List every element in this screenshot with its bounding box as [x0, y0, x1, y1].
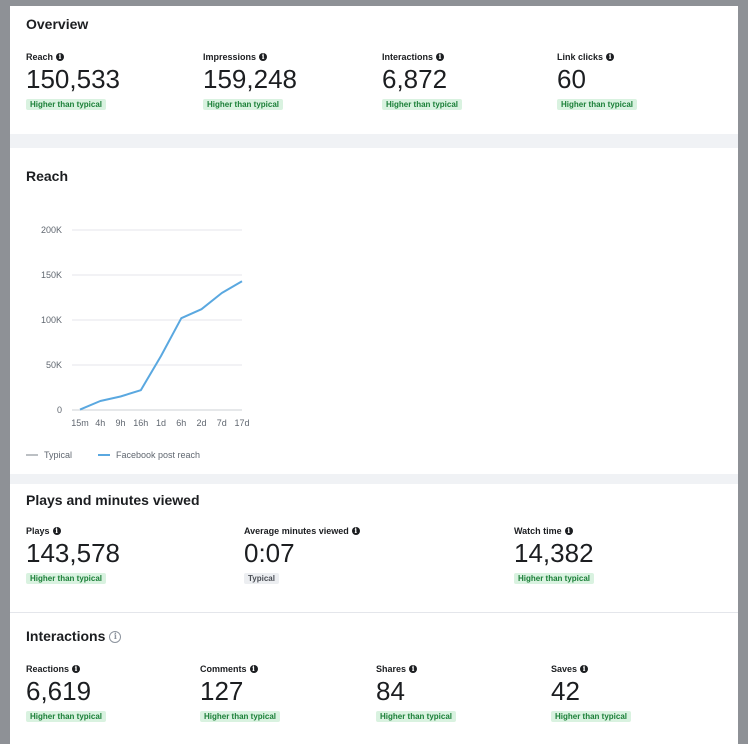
- metric-value: 42: [551, 676, 580, 706]
- y-tick-label: 200K: [41, 225, 62, 235]
- metric-link-clicks: Link clicks 60 Higher than typical: [557, 52, 638, 112]
- metric-label: Plays: [26, 526, 50, 536]
- legend-item-post-reach[interactable]: Facebook post reach: [98, 450, 200, 460]
- x-tick-label: 6h: [176, 418, 186, 428]
- metric-label: Interactions: [382, 52, 434, 62]
- x-tick-label: 4h: [95, 418, 105, 428]
- plays-title: Plays and minutes viewed: [26, 492, 200, 508]
- info-icon[interactable]: [409, 664, 418, 673]
- status-badge: Higher than typical: [376, 711, 457, 722]
- info-icon[interactable]: [52, 526, 61, 535]
- metric-label: Saves: [551, 664, 578, 674]
- chart-legend: Typical Facebook post reach: [26, 450, 226, 460]
- x-tick-label: 16h: [133, 418, 148, 428]
- y-tick-label: 100K: [41, 315, 62, 325]
- metric-label: Reach: [26, 52, 54, 62]
- metric-label: Shares: [376, 664, 407, 674]
- reach-title: Reach: [26, 168, 69, 184]
- y-tick-label: 150K: [41, 270, 62, 280]
- metric-value: 60: [557, 64, 586, 94]
- metric-saves: Saves 42 Higher than typical: [551, 664, 632, 724]
- x-tick-label: 1d: [156, 418, 166, 428]
- info-icon[interactable]: [56, 52, 65, 61]
- metric-value: 159,248: [203, 64, 297, 94]
- metric-label: Reactions: [26, 664, 70, 674]
- metric-comments: Comments 127 Higher than typical: [200, 664, 281, 724]
- metric-label: Link clicks: [557, 52, 604, 62]
- metric-reactions: Reactions 6,619 Higher than typical: [26, 664, 107, 724]
- legend-swatch: [98, 454, 111, 456]
- metric-interactions: Interactions 6,872 Higher than typical: [382, 52, 463, 112]
- status-badge: Higher than typical: [26, 99, 107, 110]
- x-tick-label: 2d: [196, 418, 206, 428]
- info-icon[interactable]: [72, 664, 81, 673]
- metric-average-minutes: Average minutes viewed 0:07 Typical: [244, 526, 360, 586]
- metric-watch-time: Watch time 14,382 Higher than typical: [514, 526, 595, 586]
- legend-label: Facebook post reach: [116, 450, 201, 460]
- legend-label: Typical: [44, 450, 73, 460]
- section-divider: [10, 612, 738, 613]
- metric-value: 14,382: [514, 538, 594, 568]
- info-icon[interactable]: [259, 52, 268, 61]
- status-badge: Higher than typical: [26, 711, 107, 722]
- metric-value: 150,533: [26, 64, 120, 94]
- status-badge: Higher than typical: [514, 573, 595, 584]
- metric-value: 0:07: [244, 538, 295, 568]
- insights-panel: Overview Reach 150,533 Higher than typic…: [10, 6, 738, 744]
- metric-label: Average minutes viewed: [244, 526, 349, 536]
- metric-reach: Reach 150,533 Higher than typical: [26, 52, 120, 112]
- legend-swatch: [26, 454, 38, 456]
- metric-impressions: Impressions 159,248 Higher than typical: [203, 52, 297, 112]
- info-icon[interactable]: [351, 526, 360, 535]
- status-badge: Higher than typical: [382, 99, 463, 110]
- x-tick-label: 7d: [217, 418, 227, 428]
- info-icon[interactable]: [249, 664, 258, 673]
- info-icon[interactable]: [580, 664, 589, 673]
- metric-value: 127: [200, 676, 244, 706]
- status-badge: Typical: [244, 573, 279, 584]
- info-icon[interactable]: [606, 52, 615, 61]
- interactions-title-label: Interactions: [26, 628, 106, 644]
- y-tick-label: 50K: [46, 360, 62, 370]
- section-divider: [10, 474, 738, 484]
- x-tick-label: 15m: [71, 418, 89, 428]
- status-badge: Higher than typical: [26, 573, 107, 584]
- x-tick-label: 17d: [234, 418, 249, 428]
- x-tick-label: 9h: [115, 418, 125, 428]
- section-divider: [10, 134, 738, 148]
- reach-chart: 0 50K 100K 150K 200K 15m 4h 9h 16h 1d 6h 2d 7d 17d: [41, 225, 250, 428]
- metric-value: 6,619: [26, 676, 92, 706]
- metric-label: Impressions: [203, 52, 257, 62]
- interactions-title: Interactions: [26, 628, 122, 644]
- y-tick-label: 0: [57, 405, 62, 415]
- metric-label: Comments: [200, 664, 247, 674]
- status-badge: Higher than typical: [203, 99, 284, 110]
- metric-label: Watch time: [514, 526, 562, 536]
- status-badge: Higher than typical: [200, 711, 281, 722]
- metric-value: 143,578: [26, 538, 120, 568]
- overview-title: Overview: [26, 16, 89, 32]
- metric-value: 6,872: [382, 64, 448, 94]
- status-badge: Higher than typical: [551, 711, 632, 722]
- info-icon[interactable]: [436, 52, 445, 61]
- metric-plays: Plays 143,578 Higher than typical: [26, 526, 120, 586]
- metric-shares: Shares 84 Higher than typical: [376, 664, 457, 724]
- series-line-facebook-post-reach[interactable]: [79, 280, 243, 411]
- status-badge: Higher than typical: [557, 99, 638, 110]
- info-outline-icon[interactable]: [109, 631, 122, 644]
- info-icon[interactable]: [564, 526, 573, 535]
- metric-value: 84: [376, 676, 405, 706]
- legend-item-typical[interactable]: Typical: [26, 450, 72, 460]
